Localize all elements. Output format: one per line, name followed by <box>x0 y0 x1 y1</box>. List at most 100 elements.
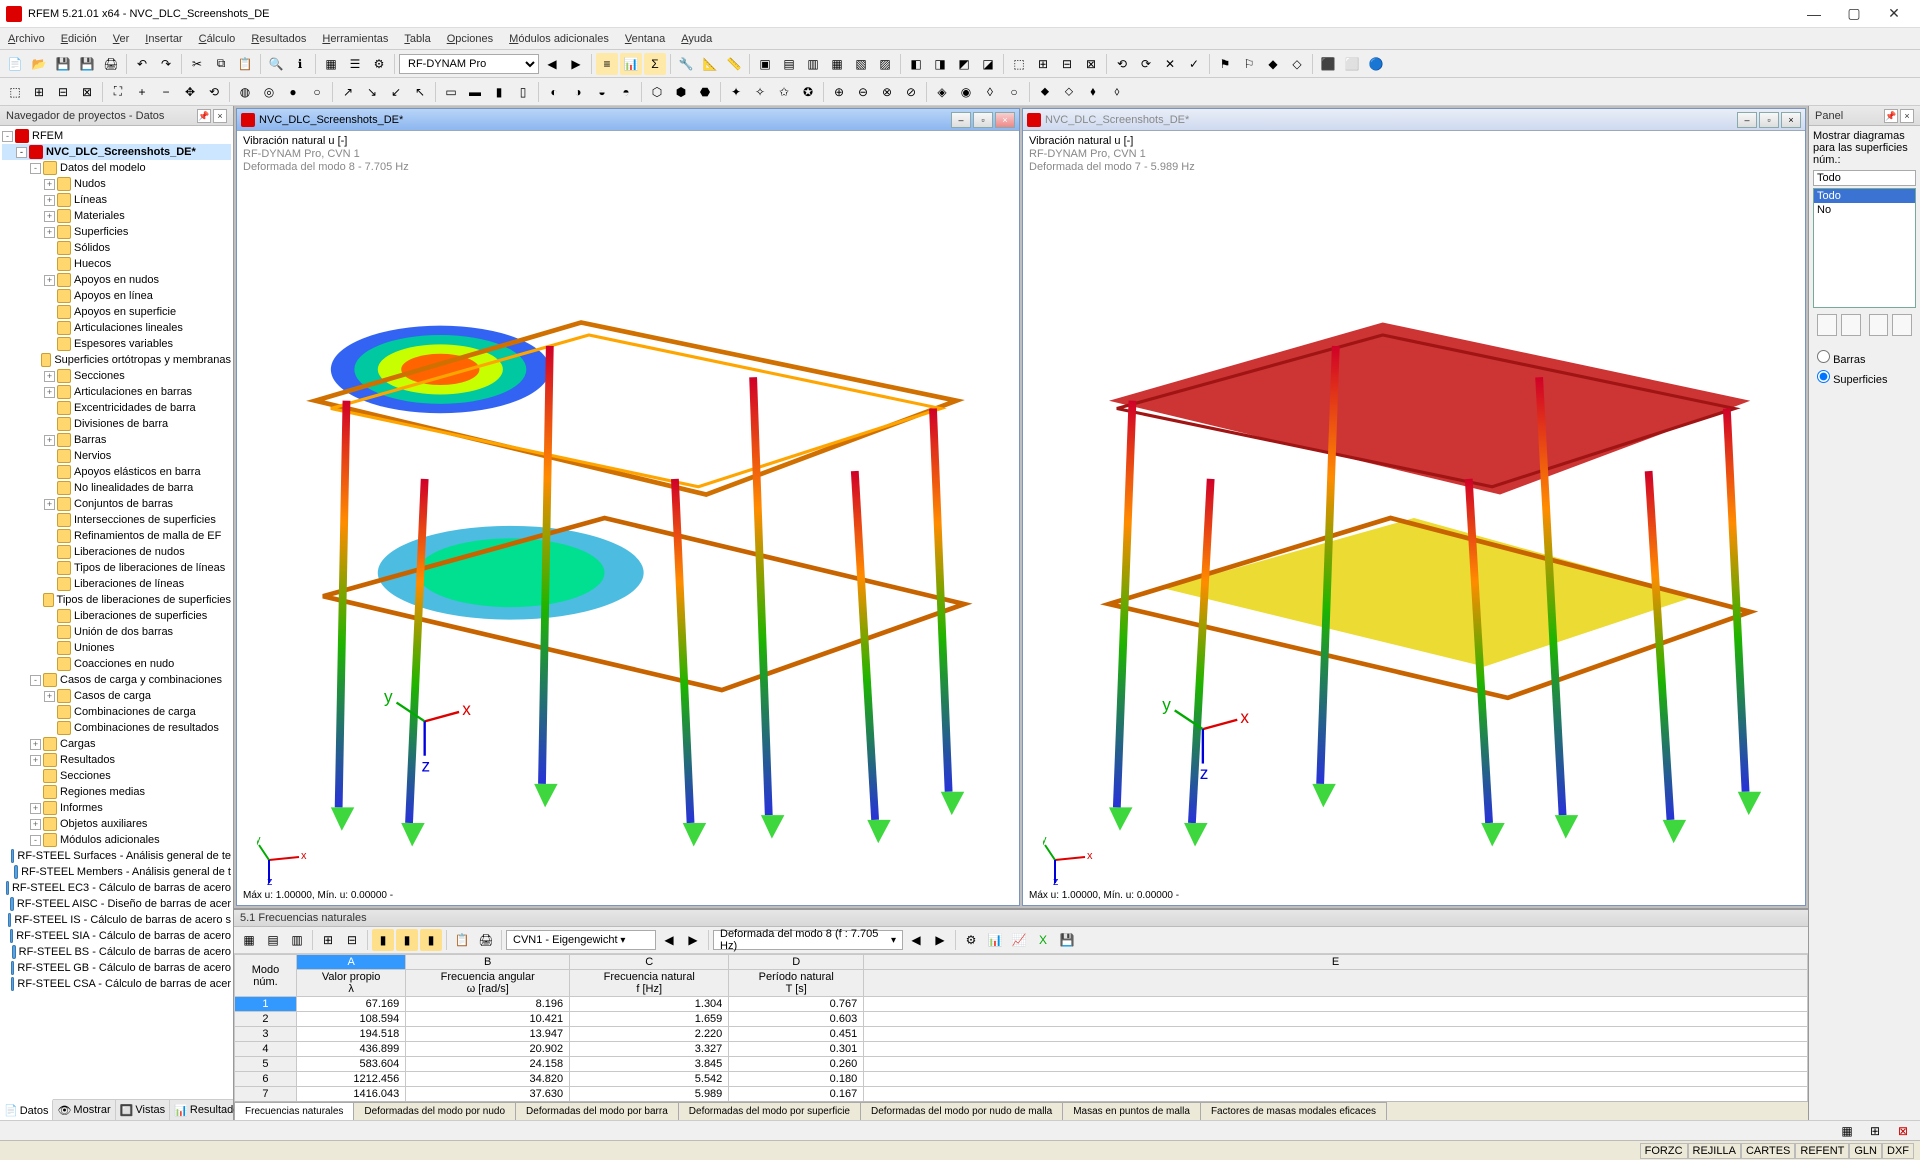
t2-z1[interactable]: ⊘ <box>900 81 922 103</box>
view-right-canvas[interactable]: Vibración natural u [-] RF-DYNAM Pro, CV… <box>1023 131 1805 905</box>
status-icon-3[interactable]: ⊠ <box>1892 1120 1914 1142</box>
tree-node[interactable]: +Superficies <box>2 224 231 240</box>
tree-node[interactable]: RF-STEEL SIA - Cálculo de barras de acer… <box>2 928 231 944</box>
maximize-button[interactable]: ▢ <box>1834 0 1874 28</box>
results-tab[interactable]: Frecuencias naturales <box>234 1102 354 1120</box>
tool3-icon[interactable]: 📏 <box>723 53 745 75</box>
panel-close-icon[interactable]: × <box>1900 109 1914 123</box>
print-icon[interactable]: 🖨 <box>100 53 122 75</box>
tb-s[interactable]: ⚑ <box>1214 53 1236 75</box>
radio-barras[interactable]: Barras <box>1817 348 1912 368</box>
tb-x[interactable]: ⬜ <box>1341 53 1363 75</box>
view-close-icon[interactable]: × <box>995 112 1015 128</box>
navigator-tab-mostrar[interactable]: 👁Mostrar <box>53 1100 115 1120</box>
res-next2-icon[interactable]: ▶ <box>929 929 951 951</box>
tree-node[interactable]: +Líneas <box>2 192 231 208</box>
module-combo[interactable]: RF-DYNAM Pro <box>399 54 539 74</box>
tree-node[interactable]: Unión de dos barras <box>2 624 231 640</box>
res-tb-14[interactable]: 💾 <box>1056 929 1078 951</box>
menu-herramientas[interactable]: Herramientas <box>314 31 396 47</box>
find-icon[interactable]: 🔍 <box>265 53 287 75</box>
res-tb-11[interactable]: ⚙ <box>960 929 982 951</box>
tb-k[interactable]: ⬚ <box>1008 53 1030 75</box>
t2-v[interactable]: ✩ <box>773 81 795 103</box>
tree-node[interactable]: +Materiales <box>2 208 231 224</box>
menu-tabla[interactable]: Tabla <box>396 31 438 47</box>
menu-insertar[interactable]: Insertar <box>137 31 190 47</box>
res-tb-7[interactable]: ▮ <box>396 929 418 951</box>
tree-node[interactable]: Combinaciones de carga <box>2 704 231 720</box>
view-max-icon[interactable]: ▫ <box>1759 112 1779 128</box>
tree-node[interactable]: RF-STEEL CSA - Cálculo de barras de acer <box>2 976 231 992</box>
results-mode-combo[interactable]: Deformada del modo 8 (f : 7.705 Hz) ▾ <box>713 930 903 950</box>
tree-node[interactable]: -Módulos adicionales <box>2 832 231 848</box>
menu-ayuda[interactable]: Ayuda <box>673 31 720 47</box>
t2-x[interactable]: ⊕ <box>828 81 850 103</box>
cut-icon[interactable]: ✂ <box>186 53 208 75</box>
tree-node[interactable]: Apoyos elásticos en barra <box>2 464 231 480</box>
t2-z5[interactable]: ○ <box>1003 81 1025 103</box>
t2-c[interactable]: ● <box>282 81 304 103</box>
tree-node[interactable]: Superficies ortótropas y membranas <box>2 352 231 368</box>
save-all-icon[interactable]: 💾 <box>76 53 98 75</box>
panel-btn-2[interactable] <box>1841 314 1861 336</box>
t2-m[interactable]: ◐ <box>543 81 565 103</box>
results-tab[interactable]: Factores de masas modales eficaces <box>1200 1102 1387 1120</box>
tree-node[interactable]: RF-STEEL BS - Cálculo de barras de acero <box>2 944 231 960</box>
tree-node[interactable]: Sólidos <box>2 240 231 256</box>
res-tb-5[interactable]: ⊟ <box>341 929 363 951</box>
view-left-header[interactable]: NVC_DLC_Screenshots_DE* – ▫ × <box>237 109 1019 131</box>
save-icon[interactable]: 💾 <box>52 53 74 75</box>
view-iso-icon[interactable]: ⬚ <box>4 81 26 103</box>
res-prev2-icon[interactable]: ◀ <box>905 929 927 951</box>
tree-node[interactable]: RF-STEEL IS - Cálculo de barras de acero… <box>2 912 231 928</box>
tool2-icon[interactable]: 📐 <box>699 53 721 75</box>
tree-node[interactable]: Nervios <box>2 448 231 464</box>
tree-node[interactable]: Liberaciones de superficies <box>2 608 231 624</box>
menu-ventana[interactable]: Ventana <box>617 31 673 47</box>
tree-node[interactable]: -RFEM <box>2 128 231 144</box>
tree-node[interactable]: Coacciones en nudo <box>2 656 231 672</box>
res-tb-6[interactable]: ▮ <box>372 929 394 951</box>
res-next-icon[interactable]: ▶ <box>682 929 704 951</box>
open-icon[interactable]: 📂 <box>28 53 50 75</box>
menu-módulos-adicionales[interactable]: Módulos adicionales <box>501 31 617 47</box>
t2-t[interactable]: ✦ <box>725 81 747 103</box>
view-min-icon[interactable]: – <box>951 112 971 128</box>
tree-node[interactable]: +Cargas <box>2 736 231 752</box>
tb-y[interactable]: 🔵 <box>1365 53 1387 75</box>
status-cell-gln[interactable]: GLN <box>1849 1143 1882 1159</box>
t2-r[interactable]: ⬢ <box>670 81 692 103</box>
radio-superficies[interactable]: Superficies <box>1817 368 1912 388</box>
tree-node[interactable]: Tipos de liberaciones de superficies <box>2 592 231 608</box>
panel-list-item[interactable]: Todo <box>1814 189 1915 203</box>
t2-z9[interactable]: ⬨ <box>1106 81 1128 103</box>
t2-z[interactable]: ⊗ <box>876 81 898 103</box>
tree-node[interactable]: Espesores variables <box>2 336 231 352</box>
menu-resultados[interactable]: Resultados <box>243 31 314 47</box>
tb-r[interactable]: ✓ <box>1183 53 1205 75</box>
tree-node[interactable]: +Informes <box>2 800 231 816</box>
tb-f[interactable]: ▨ <box>874 53 896 75</box>
res-tb-4[interactable]: ⊞ <box>317 929 339 951</box>
tb-v[interactable]: ◇ <box>1286 53 1308 75</box>
rotate-icon[interactable]: ⟲ <box>203 81 225 103</box>
res-excel-icon[interactable]: X <box>1032 929 1054 951</box>
tb-e[interactable]: ▧ <box>850 53 872 75</box>
tree-node[interactable]: +Nudos <box>2 176 231 192</box>
t2-z6[interactable]: ⬥ <box>1034 81 1056 103</box>
tb-w[interactable]: ⬛ <box>1317 53 1339 75</box>
tree-node[interactable]: +Conjuntos de barras <box>2 496 231 512</box>
t2-z2[interactable]: ◈ <box>931 81 953 103</box>
view-xy-icon[interactable]: ⊞ <box>28 81 50 103</box>
t2-j[interactable]: ▬ <box>464 81 486 103</box>
tb-h[interactable]: ◨ <box>929 53 951 75</box>
t2-z4[interactable]: ◊ <box>979 81 1001 103</box>
tree-node[interactable]: +Apoyos en nudos <box>2 272 231 288</box>
tree-node[interactable]: RF-STEEL AISC - Diseño de barras de acer <box>2 896 231 912</box>
tree-node[interactable]: Liberaciones de líneas <box>2 576 231 592</box>
tb-m[interactable]: ⊟ <box>1056 53 1078 75</box>
tree-node[interactable]: RF-STEEL Surfaces - Análisis general de … <box>2 848 231 864</box>
navigator-tab-datos[interactable]: 📄Datos <box>0 1099 53 1120</box>
results-grid[interactable]: Modonúm.ABCDEValor propioλFrecuencia ang… <box>234 954 1808 1101</box>
